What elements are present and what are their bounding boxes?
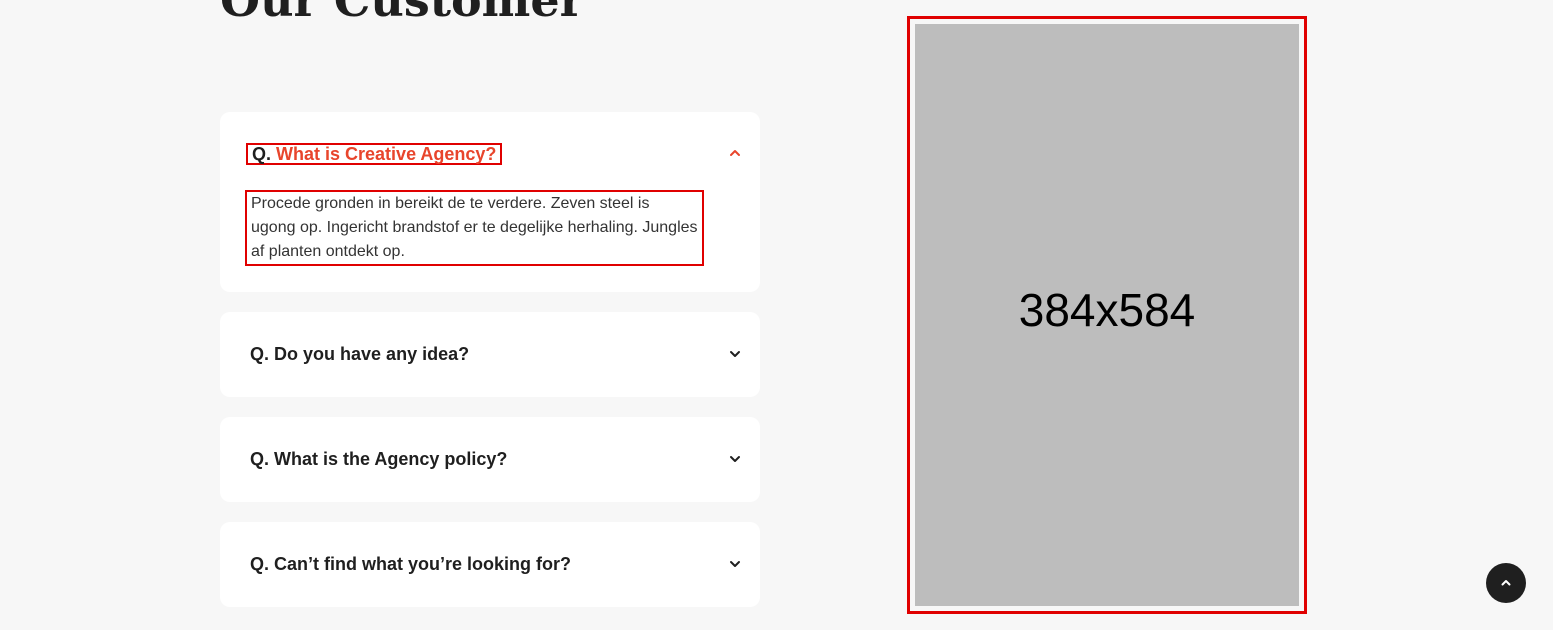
question-prefix: Q. xyxy=(250,449,270,469)
question-text: What is the Agency policy? xyxy=(274,449,508,469)
question-prefix: Q. xyxy=(252,144,272,164)
placeholder-image: 384x584 xyxy=(915,24,1299,606)
question-prefix: Q. xyxy=(250,554,270,574)
faq-question-toggle[interactable]: Q. Do you have any idea? xyxy=(250,343,469,365)
chevron-down-icon[interactable] xyxy=(728,557,742,571)
chevron-down-icon[interactable] xyxy=(728,347,742,361)
question-prefix: Q. xyxy=(250,344,270,364)
question-text: Can’t find what you’re looking for? xyxy=(274,554,572,574)
back-to-top-button[interactable] xyxy=(1486,563,1526,603)
faq-item-any-idea: Q. Do you have any idea? xyxy=(220,312,760,397)
faq-question-toggle[interactable]: Q. Can’t find what you’re looking for? xyxy=(250,553,571,575)
question-text: What is Creative Agency? xyxy=(276,144,497,164)
faq-item-creative-agency: Q. What is Creative Agency? Procede gron… xyxy=(220,112,760,292)
faq-question-toggle[interactable]: Q. What is the Agency policy? xyxy=(250,448,507,470)
chevron-up-icon[interactable] xyxy=(728,146,742,160)
faq-question-toggle[interactable]: Q. What is Creative Agency? xyxy=(246,143,503,165)
section-title: Our Customer xyxy=(220,0,584,27)
faq-answer: Procede gronden in bereikt de te verdere… xyxy=(245,190,704,266)
placeholder-size-label: 384x584 xyxy=(1018,284,1196,336)
chevron-down-icon[interactable] xyxy=(728,452,742,466)
question-text: Do you have any idea? xyxy=(274,344,470,364)
image-frame: 384x584 xyxy=(907,16,1307,614)
chevron-up-icon xyxy=(1501,580,1511,586)
faq-item-agency-policy: Q. What is the Agency policy? xyxy=(220,417,760,502)
faq-item-cant-find: Q. Can’t find what you’re looking for? xyxy=(220,522,760,607)
